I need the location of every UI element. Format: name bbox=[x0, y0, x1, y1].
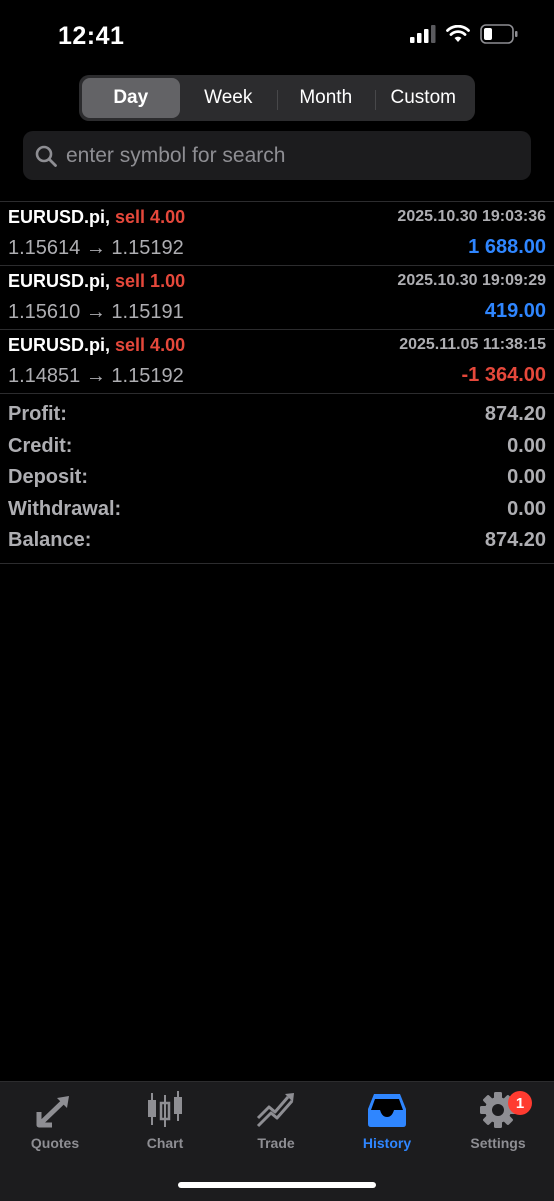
summary-label: Credit: bbox=[8, 434, 73, 457]
tab-week[interactable]: Week bbox=[180, 78, 278, 118]
cellular-signal-icon bbox=[410, 25, 436, 48]
trade-trend-icon bbox=[226, 1090, 326, 1130]
status-icons bbox=[410, 24, 518, 49]
history-tray-icon bbox=[337, 1090, 437, 1130]
deal-prices: 1.14851 → 1.15192 bbox=[8, 365, 184, 387]
tab-label: Quotes bbox=[30, 1135, 80, 1151]
account-summary: Profit: 874.20 Credit: 0.00 Deposit: 0.0… bbox=[0, 399, 554, 564]
gear-icon bbox=[448, 1090, 548, 1130]
deal-profit: 1 688.00 bbox=[468, 236, 546, 258]
tab-quotes[interactable]: Quotes bbox=[5, 1090, 105, 1151]
settings-badge: 1 bbox=[508, 1091, 532, 1115]
search-icon bbox=[34, 144, 58, 168]
home-indicator bbox=[178, 1182, 376, 1188]
summary-label: Deposit: bbox=[8, 466, 88, 488]
deal-row[interactable]: EURUSD.pi, sell 4.00 2025.11.05 11:38:15… bbox=[0, 329, 554, 394]
deal-datetime: 2025.11.05 11:38:15 bbox=[399, 336, 546, 353]
deal-row[interactable]: EURUSD.pi, sell 4.00 2025.10.30 19:03:36… bbox=[0, 201, 554, 265]
tab-trade[interactable]: Trade bbox=[226, 1090, 326, 1151]
tab-chart[interactable]: Chart bbox=[115, 1090, 215, 1151]
search-placeholder: enter symbol for search bbox=[66, 143, 286, 167]
deal-datetime: 2025.10.30 19:03:36 bbox=[397, 208, 546, 225]
deal-symbol: EURUSD.pi, bbox=[8, 271, 111, 291]
summary-value: 0.00 bbox=[507, 434, 546, 457]
deal-symbol: EURUSD.pi, bbox=[8, 335, 111, 355]
quotes-arrows-icon bbox=[5, 1090, 105, 1130]
tab-day[interactable]: Day bbox=[82, 78, 180, 118]
tab-month[interactable]: Month bbox=[277, 78, 375, 118]
summary-row-withdrawal: Withdrawal: 0.00 bbox=[0, 494, 554, 526]
deal-prices: 1.15610 → 1.15191 bbox=[8, 301, 184, 323]
deal-side: sell 4.00 bbox=[115, 335, 186, 355]
summary-label: Profit: bbox=[8, 403, 67, 425]
period-segmented-control: Day Week Month Custom bbox=[79, 75, 475, 121]
wifi-icon bbox=[446, 24, 470, 48]
status-bar: 12:41 bbox=[0, 0, 554, 70]
deal-symbol-line: EURUSD.pi, sell 1.00 bbox=[8, 271, 185, 292]
deal-profit: -1 364.00 bbox=[461, 364, 546, 386]
tab-label: Chart bbox=[146, 1135, 184, 1151]
tab-label: Settings bbox=[470, 1135, 526, 1151]
deal-profit: 419.00 bbox=[484, 300, 546, 322]
battery-icon bbox=[480, 24, 518, 49]
tab-label: Trade bbox=[257, 1135, 295, 1151]
deal-row[interactable]: EURUSD.pi, sell 1.00 2025.10.30 19:09:29… bbox=[0, 265, 554, 329]
deal-side: sell 4.00 bbox=[115, 207, 186, 227]
summary-row-profit: Profit: 874.20 bbox=[0, 399, 554, 431]
deals-list: EURUSD.pi, sell 4.00 2025.10.30 19:03:36… bbox=[0, 201, 554, 394]
summary-row-deposit: Deposit: 0.00 bbox=[0, 462, 554, 494]
deal-datetime: 2025.10.30 19:09:29 bbox=[397, 272, 546, 289]
search-input[interactable]: enter symbol for search bbox=[23, 131, 531, 180]
summary-value: 0.00 bbox=[507, 466, 546, 488]
deal-symbol-line: EURUSD.pi, sell 4.00 bbox=[8, 335, 185, 356]
summary-value: 0.00 bbox=[507, 497, 546, 520]
deal-side: sell 1.00 bbox=[115, 271, 186, 291]
deal-symbol-line: EURUSD.pi, sell 4.00 bbox=[8, 207, 185, 228]
summary-row-credit: Credit: 0.00 bbox=[0, 431, 554, 463]
summary-row-balance: Balance: 874.20 bbox=[0, 525, 554, 557]
status-time: 12:41 bbox=[58, 22, 125, 50]
tab-settings[interactable]: 1 Settings bbox=[448, 1090, 548, 1151]
tab-custom[interactable]: Custom bbox=[374, 78, 473, 118]
deal-prices: 1.15614 → 1.15192 bbox=[8, 237, 184, 259]
summary-label: Withdrawal: bbox=[8, 497, 122, 520]
tab-history[interactable]: History bbox=[337, 1090, 437, 1151]
deal-symbol: EURUSD.pi, bbox=[8, 207, 111, 227]
summary-label: Balance: bbox=[8, 529, 92, 551]
summary-value: 874.20 bbox=[484, 529, 546, 551]
tab-label: History bbox=[362, 1135, 412, 1151]
candlestick-chart-icon bbox=[115, 1090, 215, 1130]
summary-value: 874.20 bbox=[484, 403, 546, 425]
